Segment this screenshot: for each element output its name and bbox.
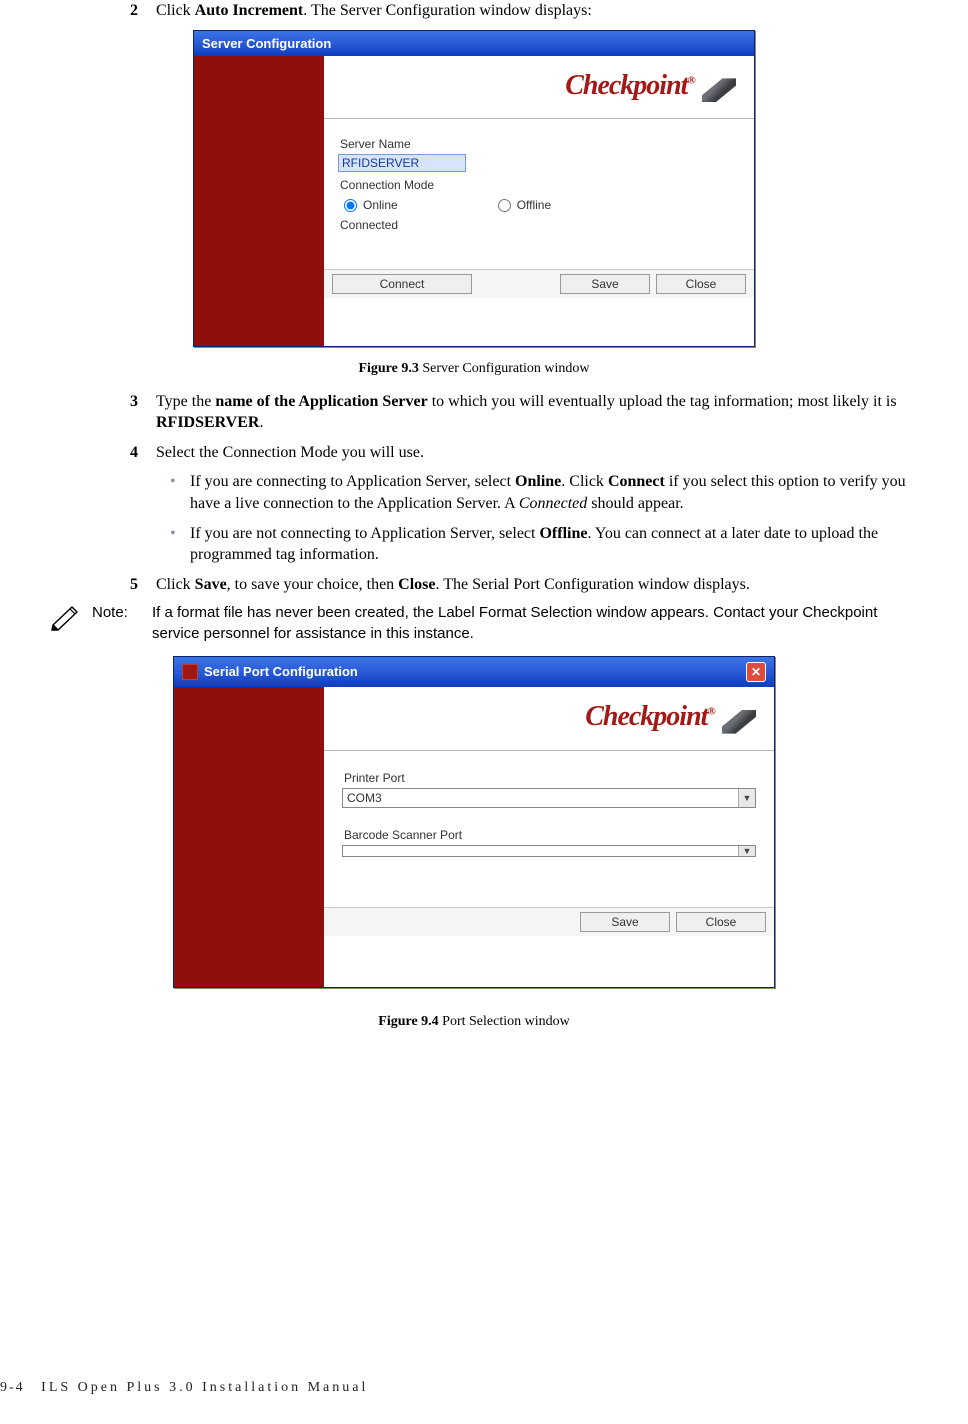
save-button[interactable]: Save xyxy=(580,912,670,932)
caption-text: Server Configuration window xyxy=(419,361,590,376)
connected-status: Connected xyxy=(340,218,740,232)
text-bold: RFIDSERVER xyxy=(156,414,259,431)
text: Click xyxy=(156,2,195,19)
caption-bold: Figure 9.3 xyxy=(358,361,418,376)
server-name-label: Server Name xyxy=(340,137,740,151)
step-number: 3 xyxy=(130,391,156,434)
figure-9-4: Serial Port Configuration ✕ Checkpoint® … xyxy=(20,656,928,1030)
figure-caption: Figure 9.3 Server Configuration window xyxy=(20,361,928,377)
bullet-icon: • xyxy=(170,523,190,566)
text: If you are connecting to Application Ser… xyxy=(190,473,515,490)
pencil-icon xyxy=(50,603,92,644)
printer-port-label: Printer Port xyxy=(344,771,756,785)
page-number: 9-4 xyxy=(0,1380,25,1395)
save-button[interactable]: Save xyxy=(560,274,650,294)
text: Type the xyxy=(156,393,215,410)
registered-icon: ® xyxy=(707,706,714,718)
bullet-body: If you are not connecting to Application… xyxy=(190,523,928,566)
offline-radio-input[interactable] xyxy=(498,199,511,212)
text-italic: Connected xyxy=(519,495,587,512)
step-body: Type the name of the Application Server … xyxy=(156,391,928,434)
offline-radio[interactable]: Offline xyxy=(498,198,551,212)
bullet-icon: • xyxy=(170,471,190,514)
figure-9-3: Server Configuration Checkpoint® Server … xyxy=(20,30,928,377)
text: Click xyxy=(156,576,195,593)
text: to which you will eventually upload the … xyxy=(428,393,897,410)
sidebar xyxy=(174,687,324,987)
text-bold: Close xyxy=(398,576,435,593)
text: . Click xyxy=(561,473,608,490)
step-2: 2 Click Auto Increment. The Server Confi… xyxy=(130,0,928,22)
text-bold: Auto Increment xyxy=(195,2,304,19)
offline-label: Offline xyxy=(517,198,551,212)
text-bold: name of the Application Server xyxy=(215,393,427,410)
logo-text: Checkpoint xyxy=(565,70,687,101)
text: should appear. xyxy=(587,495,683,512)
step-number: 2 xyxy=(130,0,156,22)
text: . The Server Configuration window displa… xyxy=(303,2,592,19)
registered-icon: ® xyxy=(687,74,694,86)
chevron-down-icon[interactable]: ▼ xyxy=(738,846,755,856)
logo: Checkpoint® xyxy=(324,687,774,750)
caption-bold: Figure 9.4 xyxy=(378,1014,438,1029)
chevron-down-icon[interactable]: ▼ xyxy=(738,789,755,807)
text: If you are not connecting to Application… xyxy=(190,525,539,542)
step-body: Click Save, to save your choice, then Cl… xyxy=(156,574,928,596)
titlebar[interactable]: Server Configuration xyxy=(194,31,754,56)
window-title: Server Configuration xyxy=(202,36,331,51)
step-number: 5 xyxy=(130,574,156,596)
text-bold: Offline xyxy=(539,525,587,542)
footer-title: ILS Open Plus 3.0 Installation Manual xyxy=(41,1380,368,1395)
window-title: Serial Port Configuration xyxy=(204,664,358,679)
online-radio[interactable]: Online xyxy=(344,198,398,212)
bullet-item: • If you are connecting to Application S… xyxy=(170,471,928,514)
figure-caption: Figure 9.4 Port Selection window xyxy=(20,1014,928,1030)
scanner-port-select[interactable]: ▼ xyxy=(342,845,756,857)
logo: Checkpoint® xyxy=(324,56,754,119)
step-5: 5 Click Save, to save your choice, then … xyxy=(130,574,928,596)
close-icon[interactable]: ✕ xyxy=(746,662,766,682)
text-bold: Connect xyxy=(608,473,665,490)
text-bold: Online xyxy=(515,473,561,490)
online-label: Online xyxy=(363,198,398,212)
logo-swoosh-icon xyxy=(702,78,736,102)
scanner-port-value xyxy=(343,846,738,856)
connect-button[interactable]: Connect xyxy=(332,274,472,294)
printer-port-select[interactable]: COM3 ▼ xyxy=(342,788,756,808)
note-text: If a format file has never been created,… xyxy=(152,603,928,644)
bullet-body: If you are connecting to Application Ser… xyxy=(190,471,928,514)
logo-swoosh-icon xyxy=(722,710,756,734)
text-bold: Save xyxy=(195,576,227,593)
printer-port-value: COM3 xyxy=(343,789,738,807)
text: . xyxy=(259,414,263,431)
logo-text: Checkpoint xyxy=(585,701,707,732)
close-button[interactable]: Close xyxy=(676,912,766,932)
step-3: 3 Type the name of the Application Serve… xyxy=(130,391,928,434)
bullet-item: • If you are not connecting to Applicati… xyxy=(170,523,928,566)
scanner-port-label: Barcode Scanner Port xyxy=(344,828,756,842)
server-config-window: Server Configuration Checkpoint® Server … xyxy=(193,30,755,347)
serial-port-window: Serial Port Configuration ✕ Checkpoint® … xyxy=(173,656,775,988)
sidebar xyxy=(194,56,324,346)
note: Note: If a format file has never been cr… xyxy=(50,603,928,644)
step-body: Click Auto Increment. The Server Configu… xyxy=(156,0,928,22)
text: . The Serial Port Configuration window d… xyxy=(436,576,750,593)
note-label: Note: xyxy=(92,603,152,644)
caption-text: Port Selection window xyxy=(439,1014,570,1029)
online-radio-input[interactable] xyxy=(344,199,357,212)
step-number: 4 xyxy=(130,442,156,464)
step-body: Select the Connection Mode you will use. xyxy=(156,442,928,464)
server-name-input[interactable] xyxy=(338,154,466,172)
close-button[interactable]: Close xyxy=(656,274,746,294)
text: , to save your choice, then xyxy=(227,576,399,593)
connection-mode-label: Connection Mode xyxy=(340,178,740,192)
page-footer: 9-4 ILS Open Plus 3.0 Installation Manua… xyxy=(0,1380,368,1396)
step-4: 4 Select the Connection Mode you will us… xyxy=(130,442,928,464)
window-icon xyxy=(182,664,198,680)
titlebar[interactable]: Serial Port Configuration ✕ xyxy=(174,657,774,687)
